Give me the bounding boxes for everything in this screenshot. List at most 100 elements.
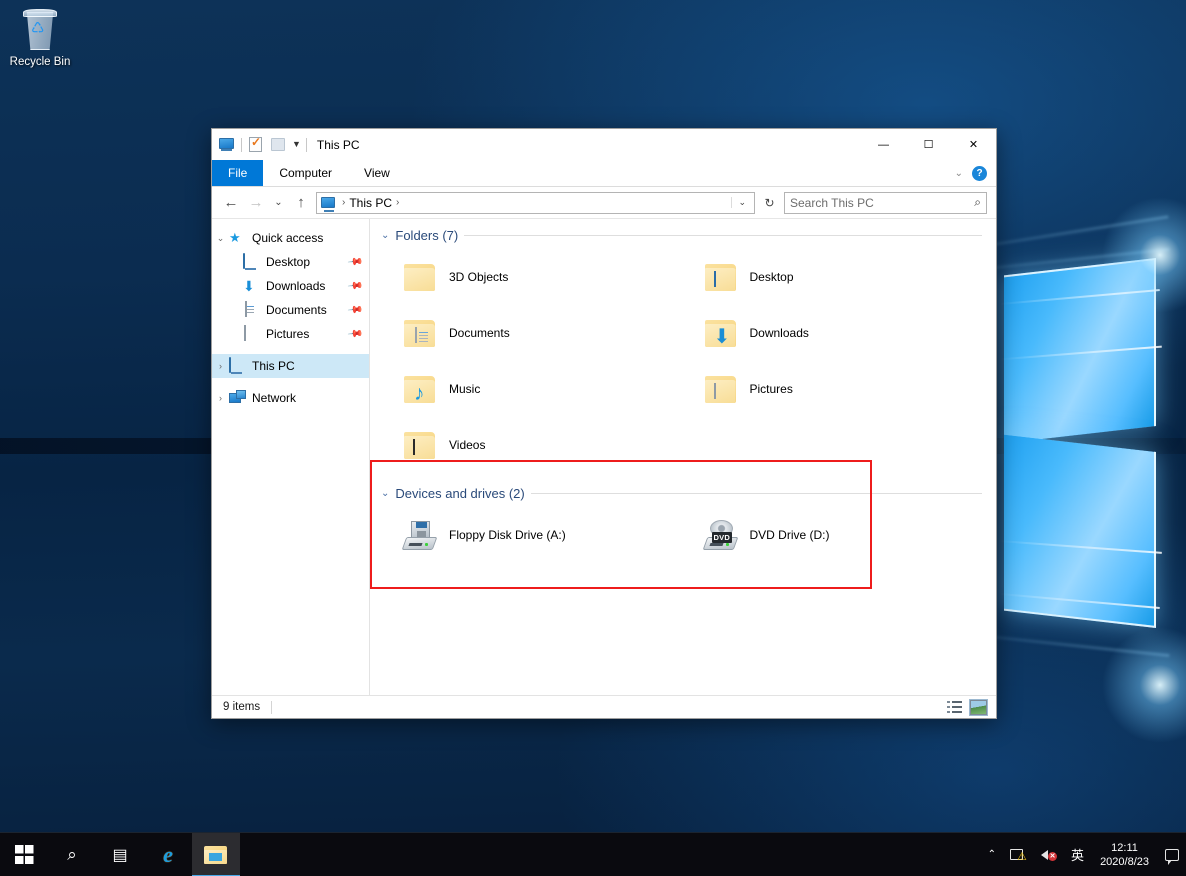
- refresh-button[interactable]: ↻: [760, 196, 779, 210]
- properties-icon[interactable]: [247, 135, 264, 153]
- ime-indicator[interactable]: 英: [1064, 833, 1091, 876]
- action-center-button[interactable]: [1158, 833, 1186, 876]
- minimize-button[interactable]: —: [861, 129, 906, 160]
- chevron-right-icon[interactable]: ›: [212, 361, 229, 371]
- item-pictures[interactable]: Pictures: [682, 361, 983, 417]
- breadcrumb-separator[interactable]: ›: [392, 197, 403, 208]
- item-label: Videos: [449, 438, 486, 452]
- sidebar-item-label: Documents: [266, 303, 327, 317]
- chevron-down-icon[interactable]: ⌄: [212, 233, 229, 244]
- tab-computer[interactable]: Computer: [263, 160, 348, 186]
- pin-icon[interactable]: 📌: [346, 302, 363, 318]
- search-input[interactable]: Search This PC: [790, 196, 974, 210]
- sidebar-item-documents[interactable]: Documents 📌: [212, 298, 369, 322]
- new-folder-icon[interactable]: [269, 136, 286, 153]
- forward-button[interactable]: →: [246, 192, 266, 214]
- taskbar[interactable]: ⌕ ▤ e ⌃ ✕ 英 12:11 2020/8/23: [0, 832, 1186, 876]
- sidebar-item-desktop[interactable]: Desktop 📌: [212, 250, 369, 274]
- pin-icon[interactable]: 📌: [346, 278, 363, 294]
- windows-logo-icon: [14, 845, 34, 864]
- chevron-down-icon[interactable]: ⌄: [381, 230, 389, 241]
- item-downloads[interactable]: ⬇ Downloads: [682, 305, 983, 361]
- window-controls[interactable]: — ☐ ✕: [861, 129, 996, 160]
- volume-button[interactable]: ✕: [1034, 833, 1064, 876]
- start-button[interactable]: [0, 833, 48, 876]
- address-dropdown-icon[interactable]: ⌄: [731, 197, 752, 208]
- toolbar-separator: [241, 137, 242, 152]
- file-explorer-window[interactable]: ▼ This PC — ☐ ✕ File Computer View ⌄ ? ←…: [211, 128, 997, 719]
- sidebar-item-this-pc[interactable]: › This PC: [212, 354, 369, 378]
- group-title: Folders (7): [395, 228, 459, 243]
- tab-view[interactable]: View: [348, 160, 406, 186]
- search-button[interactable]: ⌕: [48, 833, 96, 876]
- large-icons-view-button[interactable]: [969, 698, 988, 716]
- help-button[interactable]: ?: [972, 165, 987, 181]
- chevron-down-icon[interactable]: ⌄: [955, 168, 963, 179]
- system-tray[interactable]: ⌃ ✕ 英 12:11 2020/8/23: [981, 833, 1186, 876]
- close-button[interactable]: ✕: [951, 129, 996, 160]
- address-toolbar[interactable]: ← → ⌄ ↑ › This PC › ⌄ ↻ Search This PC ⌕: [212, 187, 996, 218]
- show-hidden-icons-button[interactable]: ⌃: [981, 833, 1003, 876]
- recent-locations-button[interactable]: ⌄: [271, 192, 286, 214]
- item-desktop[interactable]: Desktop: [682, 249, 983, 305]
- task-view-icon: ▤: [112, 846, 128, 864]
- internet-explorer-button[interactable]: e: [144, 833, 192, 876]
- desktop-icon: [243, 253, 261, 270]
- item-3d-objects[interactable]: 3D Objects: [381, 249, 682, 305]
- breadcrumb-this-pc[interactable]: This PC: [349, 196, 392, 210]
- view-mode-buttons[interactable]: [947, 698, 988, 716]
- item-label: Floppy Disk Drive (A:): [449, 528, 566, 542]
- chevron-down-icon[interactable]: ▼: [292, 140, 301, 149]
- divider: [271, 700, 273, 714]
- item-dvd-drive[interactable]: DVD DVD Drive (D:): [682, 507, 983, 563]
- sidebar-item-quick-access[interactable]: ⌄ ★ Quick access: [212, 226, 369, 250]
- download-icon: ⬇: [243, 278, 255, 294]
- sidebar-item-label: Network: [252, 391, 297, 405]
- sidebar-item-label: Pictures: [266, 327, 310, 341]
- internet-explorer-icon: e: [163, 841, 173, 867]
- group-header-folders[interactable]: ⌄ Folders (7): [381, 228, 982, 243]
- desktop-icon-recycle-bin[interactable]: ♺ Recycle Bin: [5, 8, 75, 68]
- sidebar-item-downloads[interactable]: ⬇ Downloads 📌: [212, 274, 369, 298]
- recycle-bin-icon: ♺: [20, 8, 60, 52]
- sidebar-item-network[interactable]: › Network: [212, 386, 369, 410]
- this-pc-icon[interactable]: [219, 136, 236, 153]
- ribbon-tab-bar[interactable]: File Computer View ⌄ ?: [212, 160, 996, 187]
- item-videos[interactable]: Videos: [381, 417, 682, 473]
- file-explorer-button[interactable]: [192, 832, 240, 876]
- sidebar-item-label: This PC: [252, 359, 295, 373]
- network-button[interactable]: [1003, 833, 1034, 876]
- details-view-button[interactable]: [947, 699, 964, 715]
- search-box[interactable]: Search This PC ⌕: [784, 191, 987, 214]
- chevron-down-icon[interactable]: ⌄: [381, 488, 389, 499]
- maximize-button[interactable]: ☐: [906, 129, 951, 160]
- network-icon: [229, 390, 247, 406]
- address-bar[interactable]: › This PC › ⌄: [316, 191, 755, 214]
- window-body: ⌄ ★ Quick access Desktop 📌 ⬇ Downloads 📌…: [212, 218, 996, 695]
- clock[interactable]: 12:11 2020/8/23: [1091, 841, 1158, 869]
- group-header-devices[interactable]: ⌄ Devices and drives (2): [381, 486, 982, 501]
- star-icon: ★: [229, 230, 241, 245]
- item-label: Pictures: [749, 382, 793, 396]
- clock-time: 12:11: [1111, 841, 1138, 854]
- pin-icon[interactable]: 📌: [346, 254, 363, 270]
- navigation-pane[interactable]: ⌄ ★ Quick access Desktop 📌 ⬇ Downloads 📌…: [212, 219, 370, 695]
- back-button[interactable]: ←: [221, 192, 241, 214]
- sidebar-item-pictures[interactable]: Pictures 📌: [212, 322, 369, 346]
- item-floppy-disk-drive[interactable]: Floppy Disk Drive (A:): [381, 507, 682, 563]
- desktop-icon-label: Recycle Bin: [9, 56, 71, 68]
- pin-icon[interactable]: 📌: [346, 326, 363, 342]
- task-view-button[interactable]: ▤: [96, 833, 144, 876]
- dvd-drive-icon: DVD: [702, 519, 740, 551]
- chevron-right-icon[interactable]: ›: [212, 393, 229, 403]
- wallpaper-window-pane: [1004, 434, 1156, 628]
- folder-music-icon: ♪: [403, 373, 439, 405]
- item-documents[interactable]: Documents: [381, 305, 682, 361]
- content-pane[interactable]: ⌄ Folders (7) 3D Objects Desktop Documen…: [370, 219, 996, 695]
- item-label: Desktop: [749, 270, 794, 284]
- up-button[interactable]: ↑: [291, 192, 311, 214]
- document-icon: [243, 301, 261, 318]
- quick-access-toolbar[interactable]: ▼: [219, 135, 307, 153]
- tab-file[interactable]: File: [212, 160, 264, 186]
- item-music[interactable]: ♪ Music: [381, 361, 682, 417]
